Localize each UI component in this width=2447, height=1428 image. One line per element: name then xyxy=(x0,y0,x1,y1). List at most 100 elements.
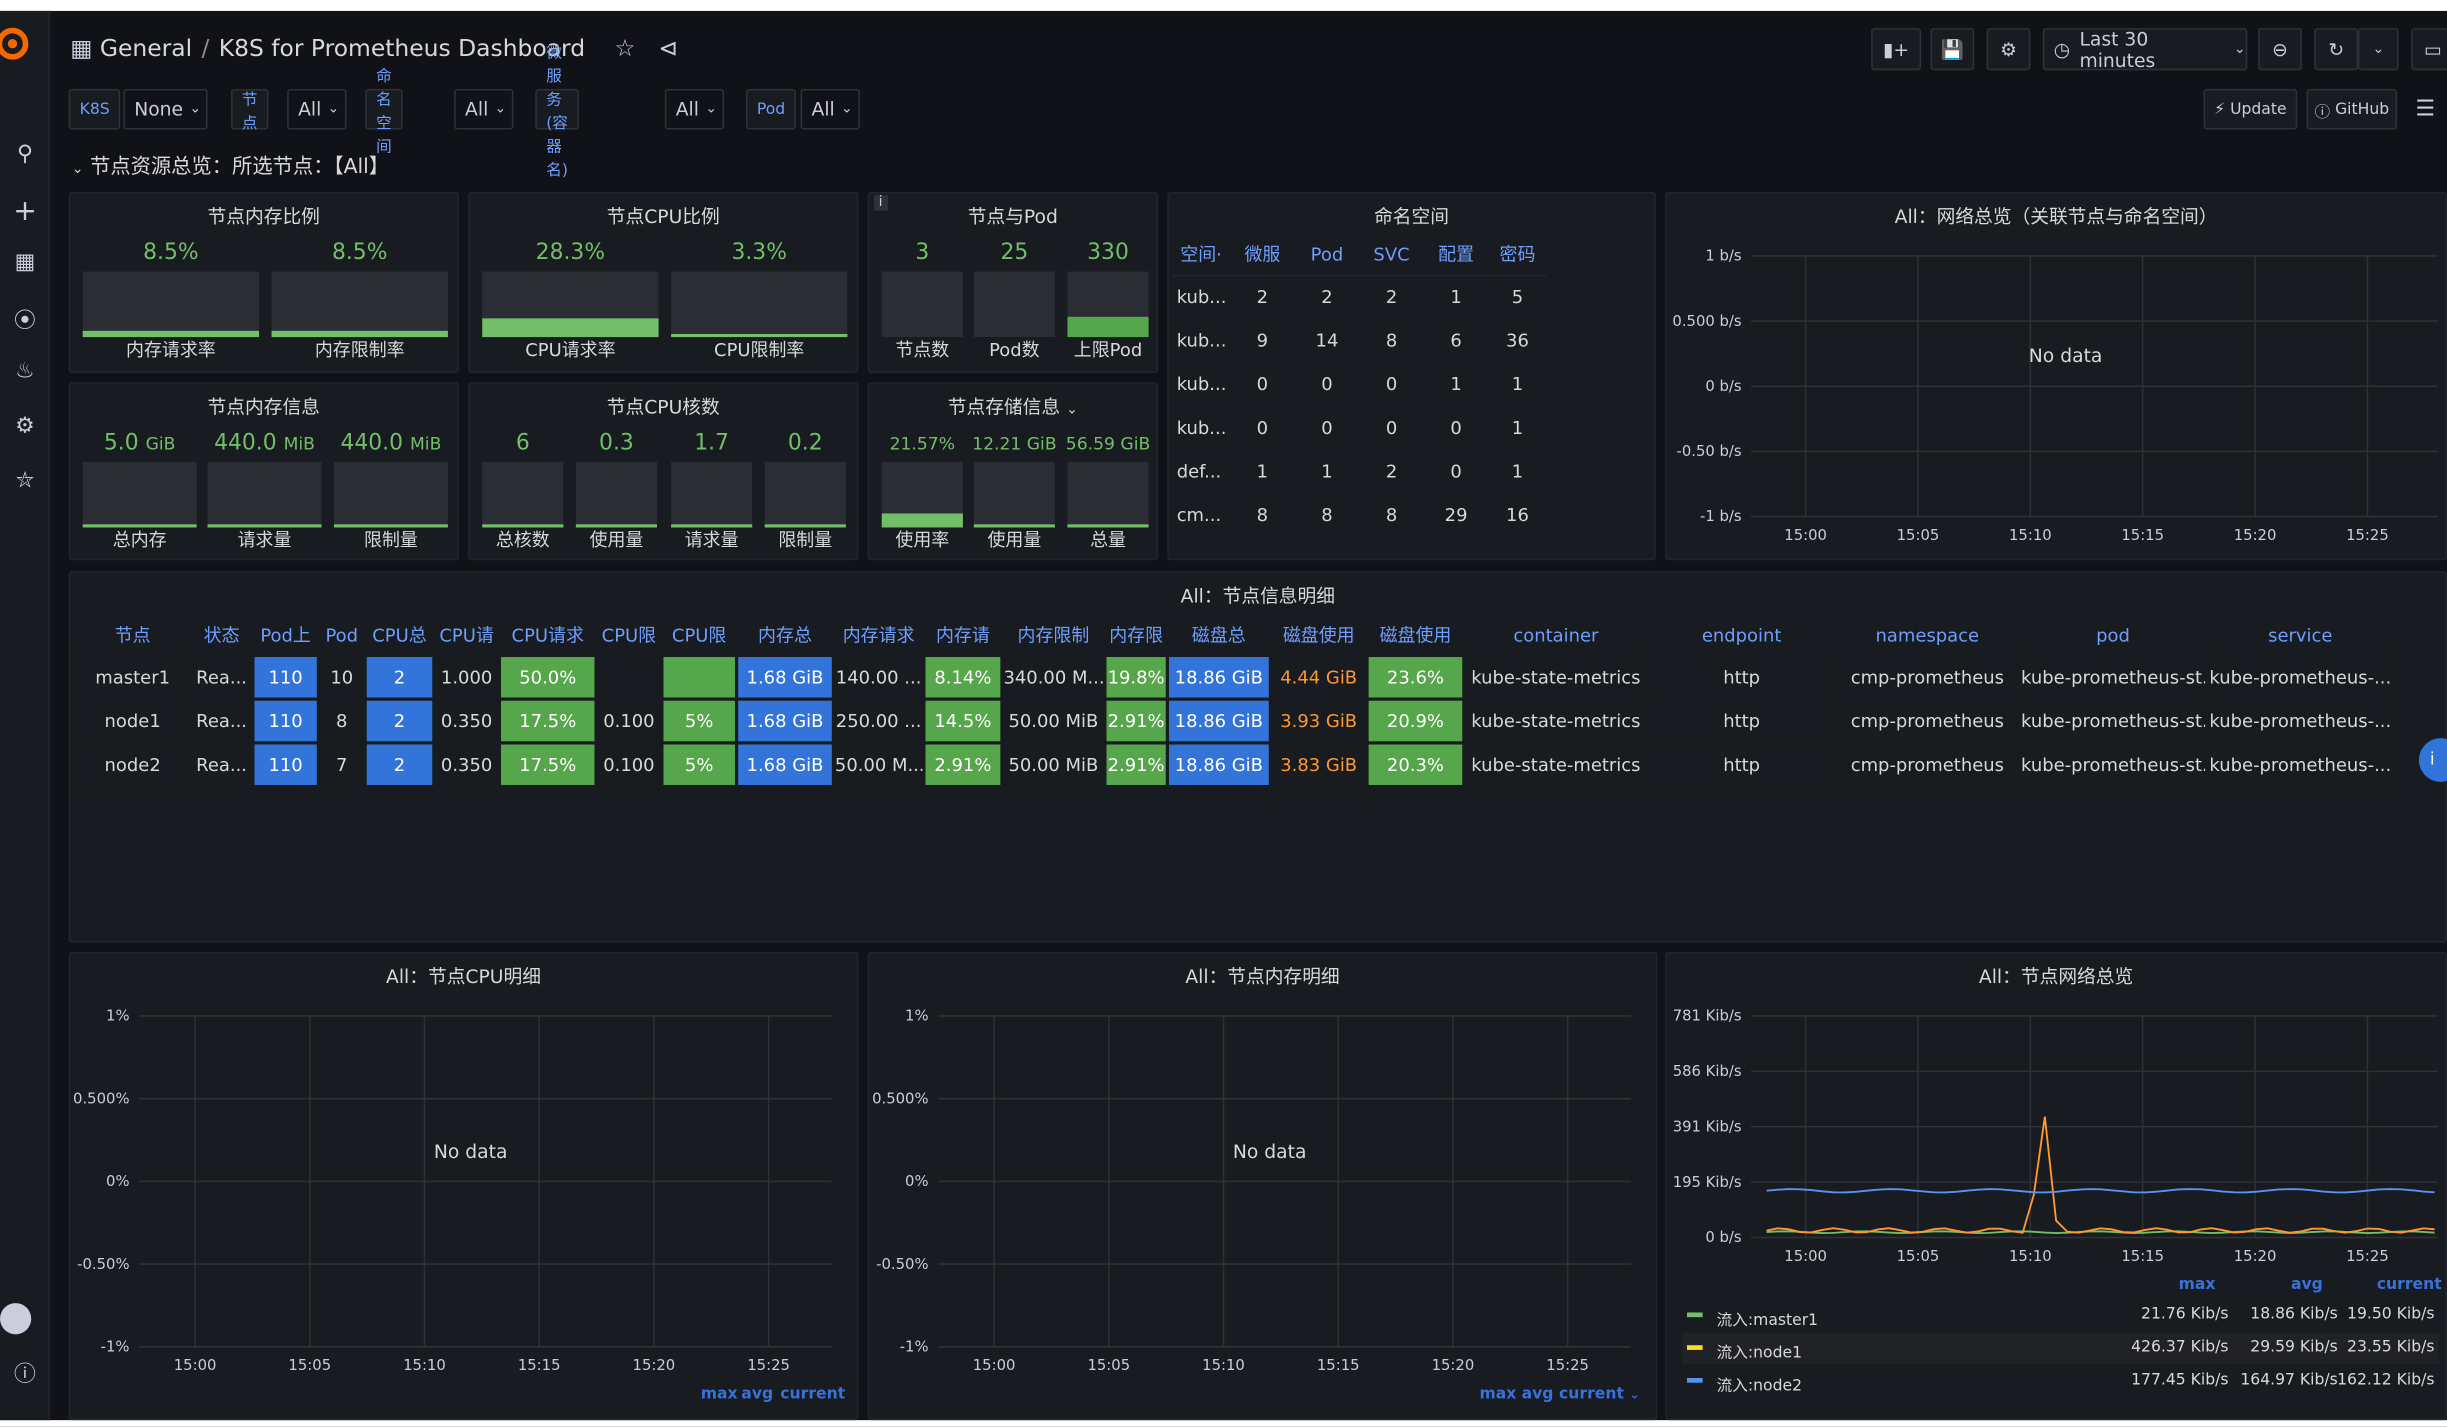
legend-header-current[interactable]: current ⌄ xyxy=(1559,1386,1640,1403)
table-row[interactable]: node2 Rea... 110 7 2 0.350 17.5% 0.100 5% 1.68 Gi… xyxy=(73,741,2396,789)
panel-namespaces: 命名空间 空间· 微服 Pod SVC 配置 密码 kub... 2 2 2 1 5 kub... 9 1… xyxy=(1167,191,1656,561)
table-cell: 23.6% xyxy=(1365,653,1466,701)
legend-header-avg[interactable]: avg xyxy=(2291,1277,2323,1294)
tv-mode-button[interactable]: ▭ xyxy=(2411,28,2447,71)
column-header[interactable]: CPU限 xyxy=(596,614,662,657)
row-title-text: 节点资源总览：所选节点：【All】 xyxy=(90,156,390,180)
column-header[interactable]: 配置 xyxy=(1423,234,1489,276)
search-icon[interactable]: ⚲ xyxy=(0,142,50,167)
column-header[interactable]: service xyxy=(2206,614,2394,657)
table-cell: 2 xyxy=(1321,285,1333,308)
table-cell: 14 xyxy=(1315,329,1339,352)
legend-header-max[interactable]: max xyxy=(2179,1277,2216,1294)
column-header[interactable]: container xyxy=(1463,614,1648,657)
column-header[interactable]: 节点 xyxy=(74,614,191,657)
panel-title[interactable]: 节点存储信息 ⌄ xyxy=(869,393,1156,420)
column-header[interactable]: 磁盘总 xyxy=(1167,614,1271,657)
var-label-k8s: K8S xyxy=(68,88,121,130)
legend-header-current[interactable]: current xyxy=(780,1386,845,1403)
column-header[interactable]: Pod上 xyxy=(252,614,319,657)
update-button[interactable]: ⚡ Update xyxy=(2203,88,2298,130)
column-header[interactable]: CPU请求 xyxy=(499,614,597,657)
gear-icon[interactable]: ⚙ xyxy=(0,414,50,439)
table-row[interactable]: kub... 0 0 0 0 1 xyxy=(1172,406,1547,450)
help-icon[interactable]: ⓘ xyxy=(0,1358,50,1389)
column-header[interactable]: 内存请 xyxy=(923,614,1002,657)
grafana-logo-icon[interactable] xyxy=(0,25,31,62)
zoom-out-button[interactable]: ⊖ xyxy=(2258,28,2302,71)
legend-header-max[interactable]: max xyxy=(1479,1386,1516,1403)
gauge-fill xyxy=(1067,317,1149,338)
column-header[interactable]: 磁盘使用 xyxy=(1367,614,1464,657)
table-cell: 1 xyxy=(1321,460,1333,483)
explore-icon[interactable]: ⦿ xyxy=(0,304,50,335)
table-row[interactable]: master1 Rea... 110 10 2 1.000 50.0% 1.68 GiB 140… xyxy=(73,653,2396,701)
table-row[interactable]: def... 1 1 2 0 1 xyxy=(1172,449,1547,493)
legend-header-avg[interactable]: avg xyxy=(1522,1386,1554,1403)
var-select-k8s[interactable]: None ⌄ xyxy=(123,88,208,130)
breadcrumb-root[interactable]: General xyxy=(100,34,192,62)
column-header[interactable]: 磁盘使用 xyxy=(1270,614,1368,657)
column-header[interactable]: 内存请求 xyxy=(833,614,924,657)
column-header[interactable]: 微服 xyxy=(1230,234,1295,276)
legend-header-current[interactable]: current xyxy=(2377,1277,2442,1294)
table-cell: 110 xyxy=(251,653,320,701)
table-cell: 1 xyxy=(1511,460,1524,483)
dashboards-icon[interactable]: ▦ xyxy=(0,250,50,275)
column-header[interactable]: SVC xyxy=(1359,234,1424,276)
gauge-bar xyxy=(271,271,448,338)
row-title[interactable]: ⌄ 节点资源总览：所选节点：【All】 xyxy=(72,150,390,180)
column-header[interactable]: Pod xyxy=(318,614,366,657)
menu-icon[interactable]: ☰ xyxy=(2406,89,2443,130)
column-header[interactable]: 状态 xyxy=(190,614,253,657)
column-header[interactable]: CPU请 xyxy=(433,614,500,657)
plus-icon[interactable]: + xyxy=(0,195,50,228)
avatar[interactable] xyxy=(0,1303,32,1335)
settings-button[interactable]: ⚙ xyxy=(1986,28,2031,71)
share-icon[interactable]: ⊲ xyxy=(659,34,679,62)
legend-header-max[interactable]: max xyxy=(701,1386,738,1403)
gauge-label: 上限Pod xyxy=(1073,338,1143,361)
column-header[interactable]: Pod xyxy=(1294,234,1360,276)
column-header[interactable]: pod xyxy=(2019,614,2207,657)
table-body: kub... 2 2 2 1 5 kub... 9 14 8 6 36 kub... 0 0 0 1 1 kub..… xyxy=(1172,275,1547,537)
table-row[interactable]: kub... 2 2 2 1 5 xyxy=(1172,275,1547,319)
var-select-namespace[interactable]: All ⌄ xyxy=(454,88,514,130)
y-tick-label: 1 b/s xyxy=(1705,248,1741,265)
bell-icon[interactable]: ♨ xyxy=(0,359,50,384)
column-header[interactable]: 空间· xyxy=(1172,234,1231,276)
time-picker[interactable]: ◷ Last 30 minutes ⌄ xyxy=(2042,27,2248,71)
save-button[interactable]: 💾 xyxy=(1930,28,1975,71)
table-cell: 0 xyxy=(1256,372,1269,395)
legend-row[interactable]: 流入:node2 177.45 Kib/s 164.97 Kib/s 162.12 K… xyxy=(1682,1366,2439,1397)
github-button[interactable]: ⓘ GitHub xyxy=(2306,88,2398,130)
page-title[interactable]: K8S for Prometheus Dashboard xyxy=(219,34,585,62)
table-row[interactable]: node1 Rea... 110 8 2 0.350 17.5% 0.100 5% 1.68 Gi… xyxy=(73,697,2396,745)
column-header[interactable]: 密码 xyxy=(1488,234,1547,276)
column-header[interactable]: 内存限 xyxy=(1104,614,1168,657)
refresh-button[interactable]: ↻ xyxy=(2314,28,2359,71)
column-header[interactable]: 内存限制 xyxy=(1001,614,1105,657)
add-panel-button[interactable]: ▮+ xyxy=(1871,28,1922,71)
legend-header-avg[interactable]: avg xyxy=(741,1386,773,1403)
table-row[interactable]: kub... 9 14 8 6 36 xyxy=(1172,318,1547,362)
legend-row[interactable]: 流入:node1 426.37 Kib/s 29.59 Kib/s 23.55 Kib… xyxy=(1682,1332,2440,1364)
stat-value: 5.0 GiB xyxy=(83,431,197,456)
var-select-service[interactable]: All ⌄ xyxy=(664,88,725,130)
star-icon[interactable]: ☆ xyxy=(614,34,635,62)
stat-value: 440.0 MiB xyxy=(334,431,448,456)
table-row[interactable]: cm... 8 8 8 29 16 xyxy=(1172,493,1547,537)
var-select-node[interactable]: All ⌄ xyxy=(287,88,347,130)
gauge-cpu-request: 28.3% CPU请求率 xyxy=(482,237,659,365)
scroll-button[interactable]: i xyxy=(2418,738,2447,782)
column-header[interactable]: endpoint xyxy=(1647,614,1836,657)
column-header[interactable]: CPU限 xyxy=(661,614,737,657)
table-row[interactable]: kub... 0 0 0 1 1 xyxy=(1172,362,1547,406)
column-header[interactable]: 内存总 xyxy=(736,614,834,657)
var-select-pod[interactable]: All ⌄ xyxy=(800,88,860,130)
refresh-interval-dropdown[interactable]: ⌄ xyxy=(2358,28,2399,71)
column-header[interactable]: namespace xyxy=(1835,614,2020,657)
column-header[interactable]: CPU总 xyxy=(365,614,434,657)
shield-icon[interactable]: ⛦ xyxy=(0,468,50,493)
legend-row[interactable]: 流入:master1 21.76 Kib/s 18.86 Kib/s 19.50 Ki… xyxy=(1682,1300,2439,1331)
